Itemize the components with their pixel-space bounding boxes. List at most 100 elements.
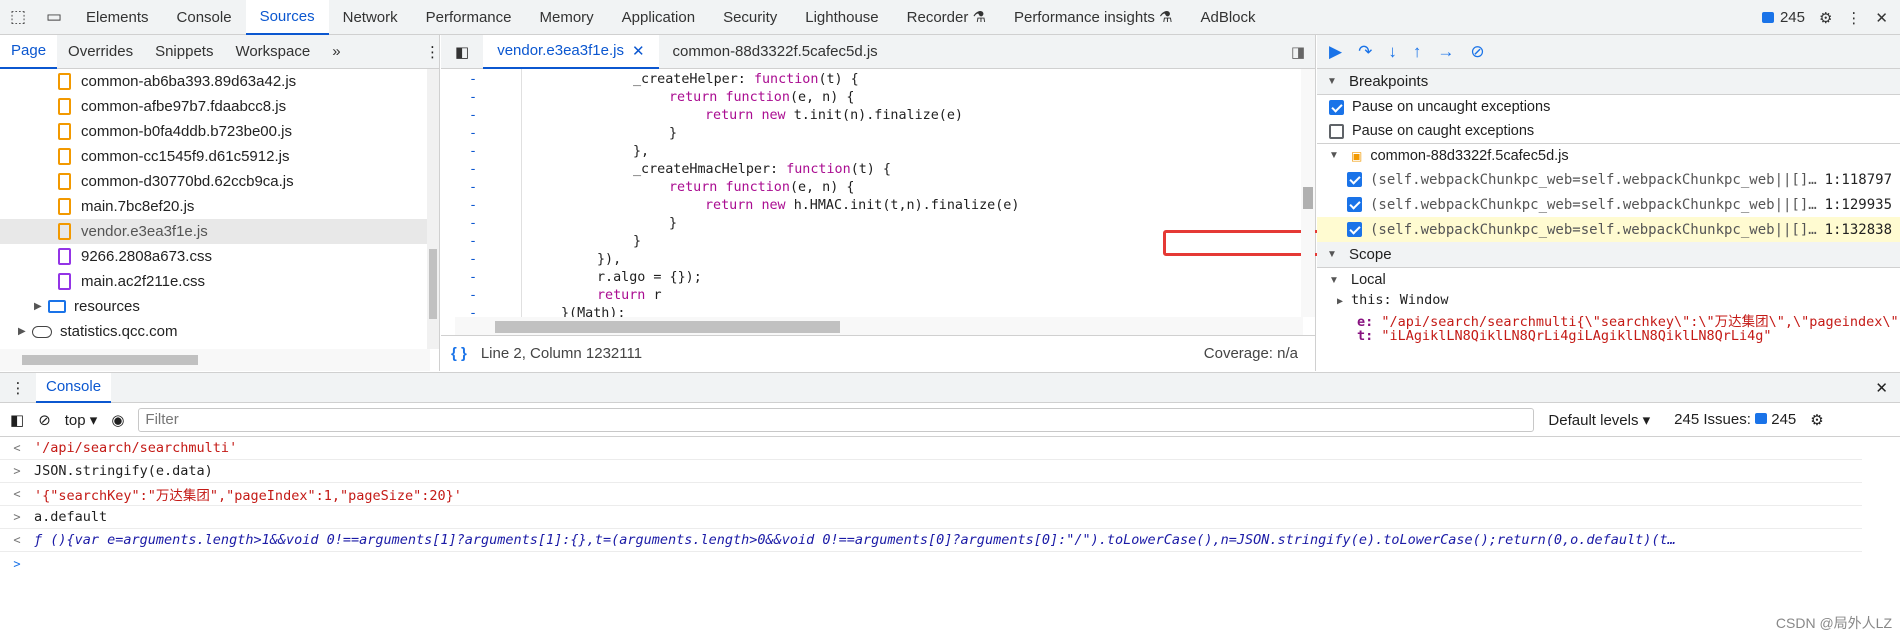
close-drawer-icon[interactable]: ✕ <box>1875 379 1888 397</box>
editor-file-tab[interactable]: vendor.e3ea3f1e.js ✕ <box>483 34 659 69</box>
code-line[interactable]: - return new t.init(n).finalize(e) <box>441 107 1303 125</box>
code-line[interactable]: - r.algo = {}); <box>441 269 1303 287</box>
code-line[interactable]: - return new h.HMAC.init(t,n).finalize(e) <box>441 197 1303 215</box>
sidebar-toggle-icon[interactable]: ◧ <box>10 411 24 429</box>
console-drawer-tab[interactable]: Console <box>36 372 112 403</box>
panel-tab[interactable]: Network <box>329 0 412 35</box>
panel-tab[interactable]: Security <box>709 0 791 35</box>
domain-item-statistics[interactable]: ▶ statistics.qcc.com <box>0 319 430 344</box>
close-tab-icon[interactable]: ✕ <box>632 42 645 60</box>
pause-caught-row[interactable]: Pause on caught exceptions <box>1317 119 1900 143</box>
console-output-row[interactable]: < '/api/search/searchmulti' <box>0 437 1862 460</box>
pretty-print-icon[interactable]: { } <box>451 345 467 362</box>
panel-tab[interactable]: Lighthouse <box>791 0 892 35</box>
editor-hscrollbar[interactable] <box>455 317 1303 335</box>
inspect-element-icon[interactable]: ⬚ <box>0 0 36 35</box>
step-into-icon[interactable]: ↓ <box>1388 42 1397 62</box>
breakpoint-row[interactable]: (self.webpackChunkpc_web=self.webpackChu… <box>1317 192 1900 217</box>
panel-tab[interactable]: AdBlock <box>1186 0 1269 35</box>
code-line[interactable]: - return r <box>441 287 1303 305</box>
file-tree-item[interactable]: main.7bc8ef20.js <box>0 194 430 219</box>
folder-item-resources[interactable]: ▶ resources <box>0 294 430 319</box>
drawer-menu-icon[interactable]: ⋮ <box>0 379 36 397</box>
breakpoint-row[interactable]: (self.webpackChunkpc_web=self.webpackChu… <box>1317 167 1900 192</box>
pause-uncaught-checkbox[interactable] <box>1329 99 1344 115</box>
navigator-menu-icon[interactable]: ⋮ <box>425 43 440 61</box>
file-tree-item[interactable]: common-ab6ba393.89d63a42.js <box>0 69 430 94</box>
breakpoint-checkbox[interactable] <box>1347 172 1362 187</box>
code-token: return <box>669 90 726 105</box>
scope-var-t[interactable]: t: "iLAgiklLN8QiklLN8QrLi4giLAgiklLN8Qik… <box>1317 328 1900 346</box>
panel-tab[interactable]: Console <box>163 0 246 35</box>
pause-caught-checkbox[interactable] <box>1329 123 1344 139</box>
breakpoint-checkbox[interactable] <box>1347 197 1362 212</box>
context-select[interactable]: top ▾ <box>65 411 98 429</box>
console-issues[interactable]: 245 Issues: 245 <box>1674 411 1796 428</box>
panel-tab[interactable]: Performance <box>412 0 526 35</box>
code-lines[interactable]: - _createHelper: function(t) {- return fun… <box>441 69 1303 317</box>
code-line[interactable]: - return function(e, n) { <box>441 89 1303 107</box>
file-tree-item[interactable]: vendor.e3ea3f1e.js <box>0 219 430 244</box>
code-line[interactable]: -}(Math); <box>441 305 1303 317</box>
code-line[interactable]: -}, <box>441 143 1303 161</box>
local-scope-row[interactable]: ▼ Local <box>1317 268 1900 292</box>
more-options-icon[interactable]: ⋮ <box>1846 9 1861 27</box>
clear-console-icon[interactable]: ⊘ <box>38 411 51 429</box>
more-tabs-icon[interactable]: » <box>321 35 351 69</box>
file-tree-item[interactable]: common-afbe97b7.fdaabcc8.js <box>0 94 430 119</box>
navigator-subtab[interactable]: Overrides <box>57 35 144 69</box>
navigator-vscrollbar[interactable] <box>427 69 439 349</box>
file-tree-item[interactable]: common-d30770bd.62ccb9ca.js <box>0 169 430 194</box>
code-line[interactable]: - _createHelper: function(t) { <box>441 71 1303 89</box>
toggle-navigator-icon[interactable]: ◧ <box>441 35 483 69</box>
step-icon[interactable]: → <box>1437 42 1454 62</box>
breakpoints-header[interactable]: ▼ Breakpoints <box>1317 69 1900 95</box>
navigator-subtab[interactable]: Workspace <box>224 35 321 69</box>
settings-gear-icon[interactable]: ⚙ <box>1819 9 1832 27</box>
file-tree-item[interactable]: common-cc1545f9.d61c5912.js <box>0 144 430 169</box>
console-settings-gear-icon[interactable]: ⚙ <box>1810 411 1823 429</box>
navigator-subtab[interactable]: Page <box>0 34 58 69</box>
step-over-icon[interactable]: ↷ <box>1358 42 1372 62</box>
code-line[interactable]: -} <box>441 125 1303 143</box>
console-output-row[interactable]: < '{"searchKey":"万达集团","pageIndex":1,"pag… <box>0 483 1862 506</box>
panel-tab[interactable]: Performance insights ⚗ <box>1000 0 1187 35</box>
panel-tab[interactable]: Application <box>608 0 709 35</box>
close-devtools-icon[interactable]: ✕ <box>1875 9 1888 27</box>
file-tree-item[interactable]: main.ac2f211e.css <box>0 269 430 294</box>
toggle-debugger-icon[interactable]: ◨ <box>1291 43 1305 61</box>
scope-var-e[interactable]: e: "/api/search/searchmulti{\"searchkey\… <box>1317 310 1900 330</box>
code-line[interactable]: - return function(e, n) { <box>441 179 1303 197</box>
editor-vscrollbar[interactable] <box>1301 69 1315 317</box>
console-input-row[interactable]: > a.default <box>0 506 1862 529</box>
step-out-icon[interactable]: ↑ <box>1413 42 1422 62</box>
file-tree-item[interactable]: common-b0fa4ddb.b723be00.js <box>0 119 430 144</box>
coverage-status: Coverage: n/a <box>1203 345 1298 362</box>
breakpoint-checkbox[interactable] <box>1347 222 1362 237</box>
scope-header[interactable]: ▼ Scope <box>1317 242 1900 268</box>
console-filter-input[interactable]: Filter <box>138 407 1535 432</box>
issues-badge[interactable]: 245 <box>1761 9 1805 26</box>
live-expression-eye-icon[interactable]: ◉ <box>111 411 124 429</box>
panel-tab[interactable]: Memory <box>526 0 608 35</box>
scope-this-row[interactable]: ▶ this: Window <box>1317 292 1900 310</box>
console-output-row[interactable]: < ƒ (){var e=arguments.length>1&&void 0!=… <box>0 529 1862 552</box>
device-toolbar-icon[interactable]: ▭ <box>36 0 72 35</box>
panel-tab[interactable]: Sources <box>245 0 329 35</box>
deactivate-breakpoints-icon[interactable]: ⊘ <box>1470 42 1484 62</box>
watermark: CSDN @局外人LZ <box>1775 615 1892 631</box>
log-levels-dropdown[interactable]: Default levels ▾ <box>1548 411 1650 429</box>
breakpoint-row[interactable]: (self.webpackChunkpc_web=self.webpackChu… <box>1317 217 1900 242</box>
pause-uncaught-row[interactable]: Pause on uncaught exceptions <box>1317 95 1900 119</box>
panel-tab[interactable]: Elements <box>72 0 163 35</box>
navigator-hscrollbar[interactable] <box>0 349 430 371</box>
console-input-row[interactable]: > JSON.stringify(e.data) <box>0 460 1862 483</box>
resume-icon[interactable]: ▶ <box>1329 42 1342 62</box>
file-tree-item[interactable]: 9266.2808a673.css <box>0 244 430 269</box>
console-prompt[interactable]: > <box>0 552 1862 575</box>
code-line[interactable]: - _createHmacHelper: function(t) { <box>441 161 1303 179</box>
editor-file-tab[interactable]: common-88d3322f.5cafec5d.js <box>659 35 892 69</box>
navigator-subtab[interactable]: Snippets <box>144 35 224 69</box>
bp-file-row[interactable]: ▼ ▣ common-88d3322f.5cafec5d.js <box>1317 143 1900 167</box>
panel-tab[interactable]: Recorder ⚗ <box>893 0 1000 35</box>
